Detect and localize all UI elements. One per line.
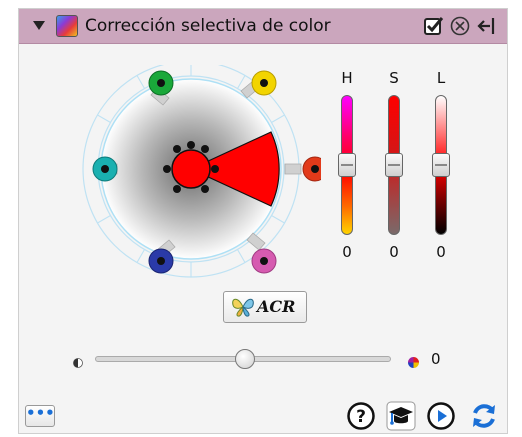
lightness-value: 0 [436,243,446,261]
panel-title: Corrección selectiva de color [85,16,331,36]
magenta-handle[interactable] [251,248,277,274]
color-dot-icon [408,353,419,368]
exit-arrow-icon[interactable] [475,15,497,37]
hue-slider-thumb[interactable] [338,153,356,177]
refresh-icon[interactable] [469,401,499,431]
enable-checkbox-icon[interactable] [423,15,445,37]
more-options-button[interactable]: ••• [25,405,55,427]
red-handle[interactable] [302,156,321,182]
green-handle[interactable] [148,70,174,96]
lightness-slider-thumb[interactable] [432,153,450,177]
amount-slider-value: 0 [431,350,441,368]
acr-button-label: ACR [257,297,296,316]
hue-label: H [341,69,353,87]
collapse-arrow-icon[interactable] [33,21,45,30]
butterfly-icon [230,296,256,318]
selective-color-panel: Corrección selectiva de color H S L 0 0 … [18,8,508,434]
acr-button[interactable]: ACR [223,291,307,323]
saturation-slider-thumb[interactable] [385,153,403,177]
hue-value: 0 [342,243,352,261]
saturation-value: 0 [389,243,399,261]
panel-titlebar: Corrección selectiva de color [19,9,507,44]
graduation-cap-icon[interactable] [386,401,416,431]
color-correction-icon [56,15,78,37]
cyan-handle[interactable] [92,156,118,182]
half-circle-icon [73,353,83,368]
saturation-label: S [389,69,399,87]
yellow-handle[interactable] [251,70,277,96]
help-icon[interactable]: ? [346,401,376,431]
color-wheel[interactable] [81,65,321,283]
blue-handle[interactable] [148,248,174,274]
amount-slider-thumb[interactable] [235,349,255,369]
center-hue-handle[interactable] [171,149,211,189]
svg-text:?: ? [356,407,366,427]
play-icon[interactable] [426,401,456,431]
close-circle-icon[interactable] [449,15,471,37]
lightness-label: L [436,69,446,87]
